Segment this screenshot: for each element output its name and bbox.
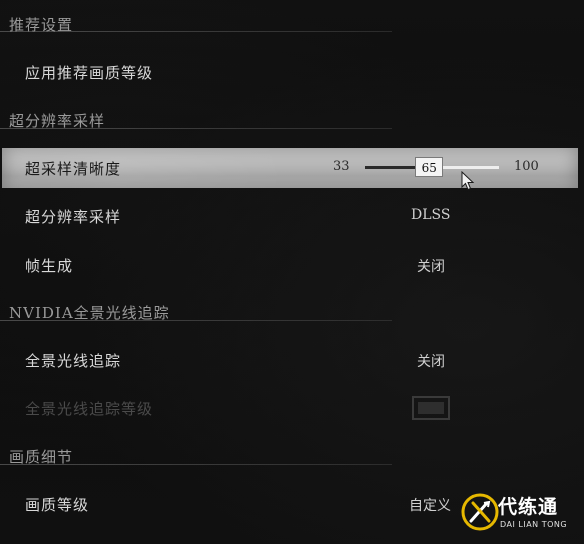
option-value[interactable]: 关闭 xyxy=(417,256,445,276)
disabled-option-icon xyxy=(412,396,450,420)
row-label: 画质等级 xyxy=(25,496,90,514)
section-divider xyxy=(0,464,392,465)
brand-subtitle: DAI LIAN TONG xyxy=(500,520,568,529)
row-full-raytracing[interactable]: 全景光线追踪 关闭 xyxy=(0,340,584,380)
section-upscale: 超分辨率采样 xyxy=(0,110,392,130)
brand-name: 代练通 xyxy=(498,496,559,518)
row-label: 超分辨率采样 xyxy=(25,208,122,226)
slider-thumb[interactable]: 65 xyxy=(415,157,444,177)
row-label: 全景光线追踪 xyxy=(25,352,122,370)
row-label: 帧生成 xyxy=(25,257,74,275)
row-apply-recommended[interactable]: 应用推荐画质等级 xyxy=(0,52,584,92)
option-value[interactable]: 自定义 xyxy=(409,495,451,515)
section-divider xyxy=(0,320,392,321)
brand-watermark: 代练通 DAI LIAN TONG xyxy=(458,486,584,544)
row-label: 全景光线追踪等级 xyxy=(25,400,154,418)
section-divider xyxy=(0,31,392,32)
row-label: 应用推荐画质等级 xyxy=(25,64,154,82)
section-quality: 画质细节 xyxy=(0,446,392,466)
row-frame-generation[interactable]: 帧生成 关闭 xyxy=(0,245,584,285)
row-label: 超采样清晰度 xyxy=(25,160,122,178)
row-upscaling[interactable]: 超分辨率采样 DLSS xyxy=(0,196,584,236)
section-divider xyxy=(0,128,392,129)
slider-min-value: 33 xyxy=(333,159,350,174)
mouse-cursor-icon xyxy=(461,171,475,191)
section-raytracing: NVIDIA全景光线追踪 xyxy=(0,302,392,322)
swords-logo-icon xyxy=(461,493,499,531)
row-raytracing-level: 全景光线追踪等级 xyxy=(0,388,584,428)
settings-screen: 推荐设置 应用推荐画质等级 超分辨率采样 超采样清晰度 33 65 100 超分… xyxy=(0,0,584,544)
option-value[interactable]: 关闭 xyxy=(417,351,445,371)
slider-max-value: 100 xyxy=(514,159,539,174)
option-value[interactable]: DLSS xyxy=(411,207,450,223)
row-supersampling-sharpness[interactable]: 超采样清晰度 33 65 100 xyxy=(2,148,578,188)
